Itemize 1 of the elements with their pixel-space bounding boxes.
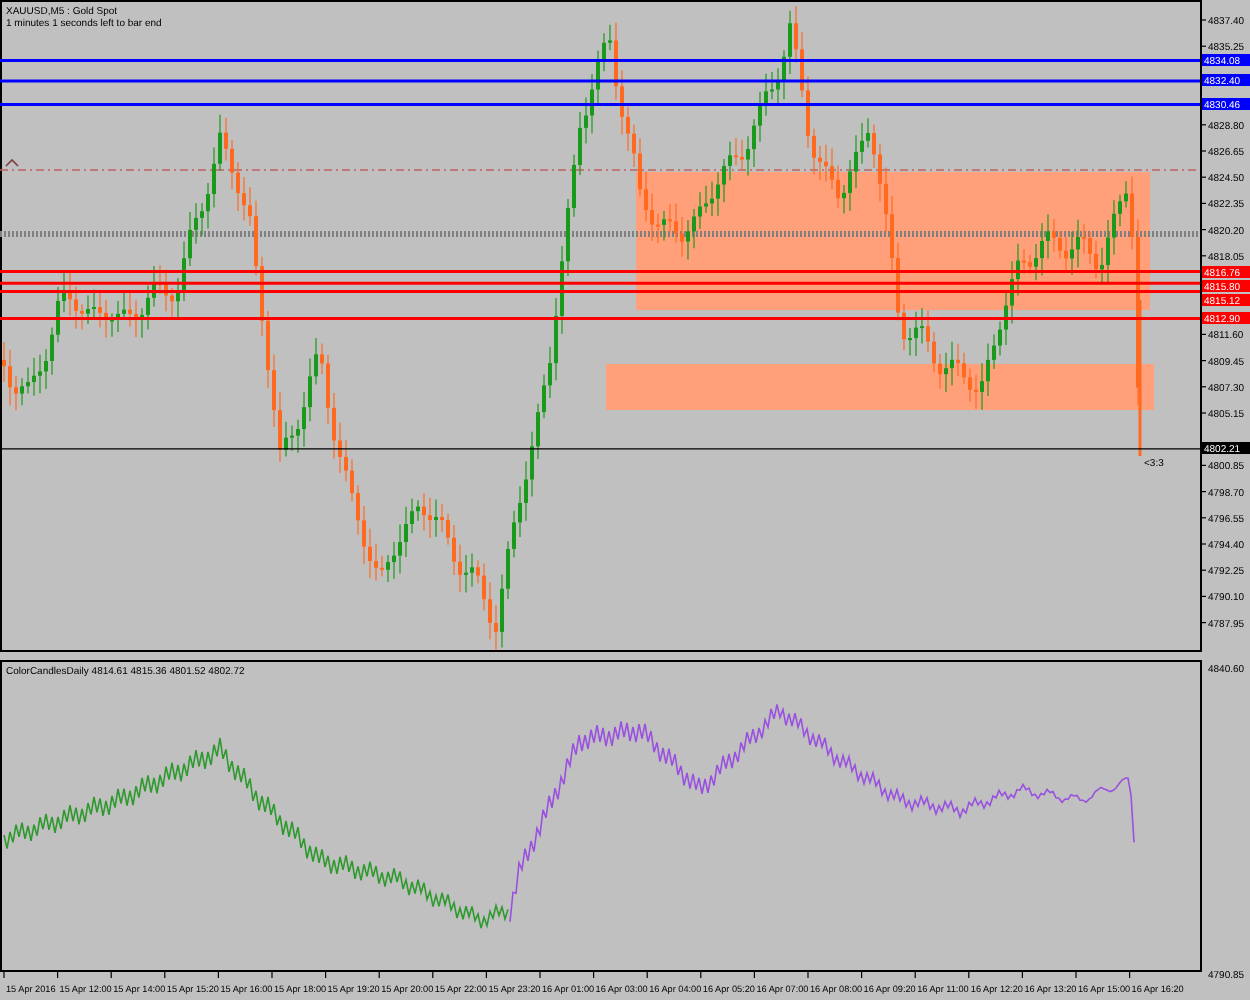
caret-icon <box>5 158 19 167</box>
